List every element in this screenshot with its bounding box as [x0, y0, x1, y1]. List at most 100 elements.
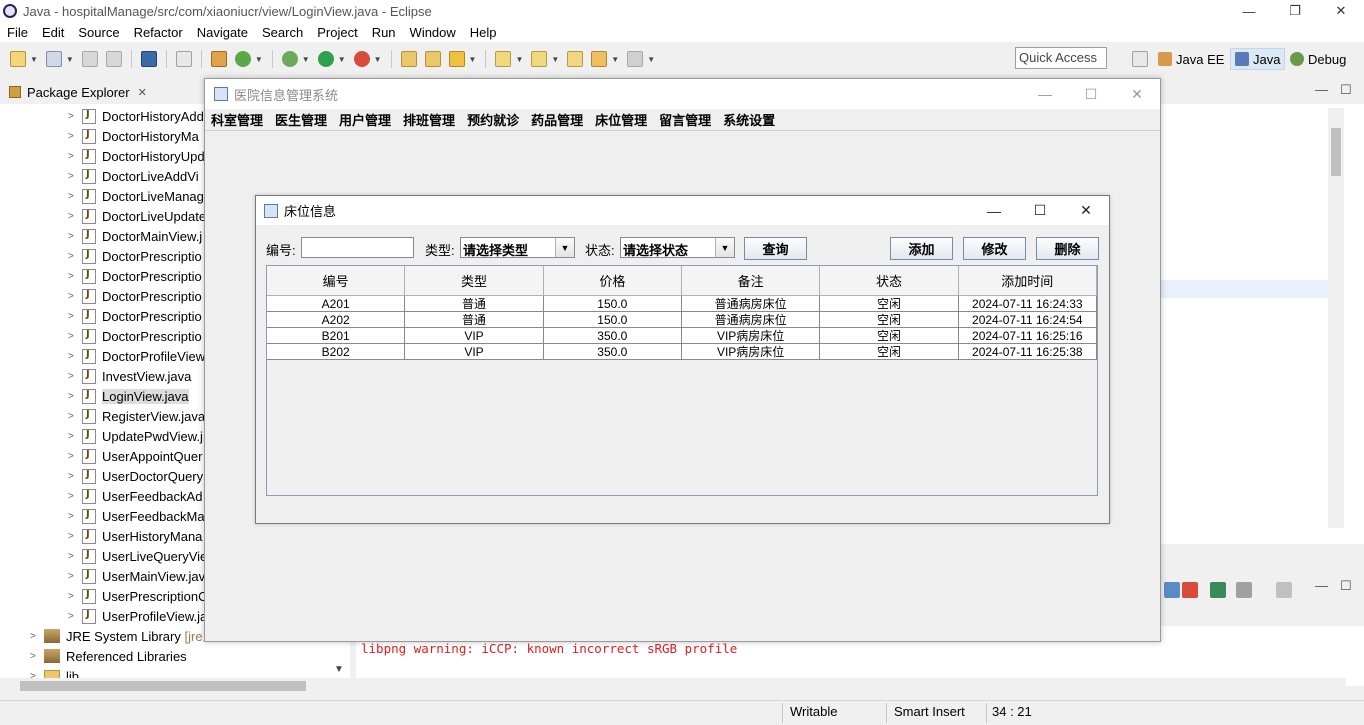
tree-item-file[interactable]: > DoctorMainView.j — [68, 226, 202, 246]
chevron-right-icon[interactable]: > — [68, 431, 82, 442]
tree-item-lib-folder[interactable]: > lib — [30, 666, 79, 678]
save-icon[interactable] — [81, 51, 98, 67]
run-icon[interactable] — [317, 51, 334, 67]
menu-window[interactable]: Window — [403, 25, 463, 40]
chevron-right-icon[interactable]: > — [68, 131, 82, 142]
chevron-right-icon[interactable]: > — [68, 231, 82, 242]
menu-department[interactable]: 科室管理 — [205, 110, 269, 129]
query-button[interactable]: 查询 — [744, 237, 807, 260]
display-console-icon[interactable] — [1210, 582, 1226, 598]
chevron-down-icon[interactable]: ▼ — [338, 55, 346, 64]
chevron-right-icon[interactable]: > — [68, 411, 82, 422]
debug-icon[interactable] — [281, 51, 298, 67]
open-console-icon[interactable] — [1236, 582, 1252, 598]
chevron-right-icon[interactable]: > — [68, 271, 82, 282]
minimize-icon[interactable]: — — [1226, 0, 1272, 22]
chevron-right-icon[interactable]: > — [68, 611, 82, 622]
chevron-right-icon[interactable]: > — [68, 471, 82, 482]
tree-item-file[interactable]: > DoctorPrescriptio — [68, 246, 202, 266]
minimize-view-icon[interactable]: — — [1315, 82, 1328, 97]
type-select[interactable]: 请选择类型 ▼ — [460, 237, 575, 258]
chevron-right-icon[interactable]: > — [68, 351, 82, 362]
menu-source[interactable]: Source — [71, 25, 126, 40]
chevron-right-icon[interactable]: > — [68, 531, 82, 542]
package-icon[interactable] — [210, 51, 227, 67]
table-row[interactable]: B202 VIP 350.0 VIP病房床位 空闲 2024-07-11 16:25:38 — [267, 344, 1097, 360]
menu-settings[interactable]: 系统设置 — [717, 110, 781, 129]
tree-item-file[interactable]: > DoctorHistoryAdd — [68, 106, 204, 126]
minimize-icon[interactable]: — — [971, 196, 1017, 225]
tree-item-file[interactable]: > UserDoctorQuery — [68, 466, 203, 486]
tree-item-file[interactable]: > UpdatePwdView.j — [68, 426, 203, 446]
new-icon[interactable] — [10, 51, 26, 67]
tree-item-file[interactable]: > UserMainView.jav — [68, 566, 205, 586]
menu-doctor[interactable]: 医生管理 — [269, 110, 333, 129]
chevron-right-icon[interactable]: > — [68, 211, 82, 222]
menu-search[interactable]: Search — [255, 25, 310, 40]
tree-item-file[interactable]: > UserFeedbackAd — [68, 486, 202, 506]
console-scrollbar[interactable] — [356, 678, 1346, 694]
tree-item-file[interactable]: > UserFeedbackMa — [68, 506, 205, 526]
maximize-view-icon[interactable]: ☐ — [1340, 82, 1352, 98]
open-perspective-icon[interactable] — [1132, 51, 1148, 67]
chevron-down-icon[interactable]: ▼ — [551, 55, 559, 64]
menu-project[interactable]: Project — [310, 25, 364, 40]
remove-launch-icon[interactable] — [1182, 582, 1198, 598]
chevron-down-icon[interactable]: ▼ — [30, 55, 38, 64]
tree-item-file[interactable]: > UserProfileView.ja — [68, 606, 207, 626]
chevron-right-icon[interactable]: > — [30, 631, 44, 642]
perspective-java-ee[interactable]: Java EE — [1154, 48, 1228, 70]
menu-help[interactable]: Help — [463, 25, 504, 40]
search-icon[interactable] — [448, 51, 465, 67]
console-icon[interactable] — [140, 51, 157, 67]
open-folder-icon[interactable] — [424, 51, 441, 67]
pin-console-icon[interactable] — [1164, 582, 1180, 598]
chevron-right-icon[interactable]: > — [68, 331, 82, 342]
chevron-down-icon[interactable]: ▼ — [469, 55, 477, 64]
chevron-down-icon[interactable]: ▼ — [647, 55, 655, 64]
minimize-view-icon[interactable]: — — [1315, 578, 1328, 593]
chevron-right-icon[interactable]: > — [68, 511, 82, 522]
close-icon[interactable]: ✕ — [1114, 79, 1160, 109]
external-tools-icon[interactable] — [353, 51, 370, 67]
tree-item-file[interactable]: > UserHistoryMana — [68, 526, 202, 546]
minimize-icon[interactable]: — — [1022, 79, 1068, 109]
tree-item-file[interactable]: > DoctorProfileView — [68, 346, 205, 366]
skip-breakpoints-icon[interactable] — [175, 51, 192, 67]
previous-annotation-icon[interactable] — [531, 51, 548, 67]
chevron-right-icon[interactable]: > — [68, 551, 82, 562]
chevron-right-icon[interactable]: > — [68, 451, 82, 462]
menu-run[interactable]: Run — [365, 25, 403, 40]
open-type-icon[interactable] — [400, 51, 417, 67]
editor-scrollbar[interactable] — [1328, 108, 1344, 528]
chevron-right-icon[interactable]: > — [68, 391, 82, 402]
scroll-down-icon[interactable]: ▼ — [334, 664, 344, 675]
table-row[interactable]: A202 普通 150.0 普通病房床位 空闲 2024-07-11 16:24:54 — [267, 312, 1097, 328]
menu-appointment[interactable]: 预约就诊 — [461, 110, 525, 129]
save-all-icon[interactable] — [105, 51, 122, 67]
menu-file[interactable]: File — [0, 25, 35, 40]
chevron-right-icon[interactable]: > — [68, 291, 82, 302]
menu-edit[interactable]: Edit — [35, 25, 71, 40]
chevron-down-icon[interactable]: ▼ — [302, 55, 310, 64]
tree-item-file[interactable]: > DoctorHistoryUpd — [68, 146, 205, 166]
chevron-down-icon[interactable]: ▼ — [515, 55, 523, 64]
tree-item-file[interactable]: > UserPrescriptionC — [68, 586, 207, 606]
forward-icon[interactable] — [627, 51, 644, 67]
table-row[interactable]: B201 VIP 350.0 VIP病房床位 空闲 2024-07-11 16:25:16 — [267, 328, 1097, 344]
tree-item-file[interactable]: > DoctorLiveUpdate — [68, 206, 206, 226]
maximize-view-icon[interactable]: ☐ — [1340, 578, 1352, 594]
menu-bed[interactable]: 床位管理 — [589, 110, 653, 129]
menu-user[interactable]: 用户管理 — [333, 110, 397, 129]
package-explorer-tab[interactable]: Package Explorer ✕ — [3, 80, 203, 104]
tree-item-file[interactable]: > DoctorPrescriptio — [68, 326, 202, 346]
tree-item-file[interactable]: > DoctorLiveAddVi — [68, 166, 199, 186]
tree-item-file[interactable]: > UserAppointQuer — [68, 446, 202, 466]
column-header-remark[interactable]: 备注 — [681, 266, 821, 296]
chevron-down-icon[interactable]: ▼ — [715, 238, 734, 257]
tree-item-file[interactable]: > DoctorHistoryMa — [68, 126, 199, 146]
chevron-right-icon[interactable]: > — [68, 171, 82, 182]
tree-item-file[interactable]: > UserLiveQueryVie — [68, 546, 207, 566]
chevron-down-icon[interactable]: ▼ — [555, 238, 574, 257]
column-header-type[interactable]: 类型 — [405, 266, 544, 296]
